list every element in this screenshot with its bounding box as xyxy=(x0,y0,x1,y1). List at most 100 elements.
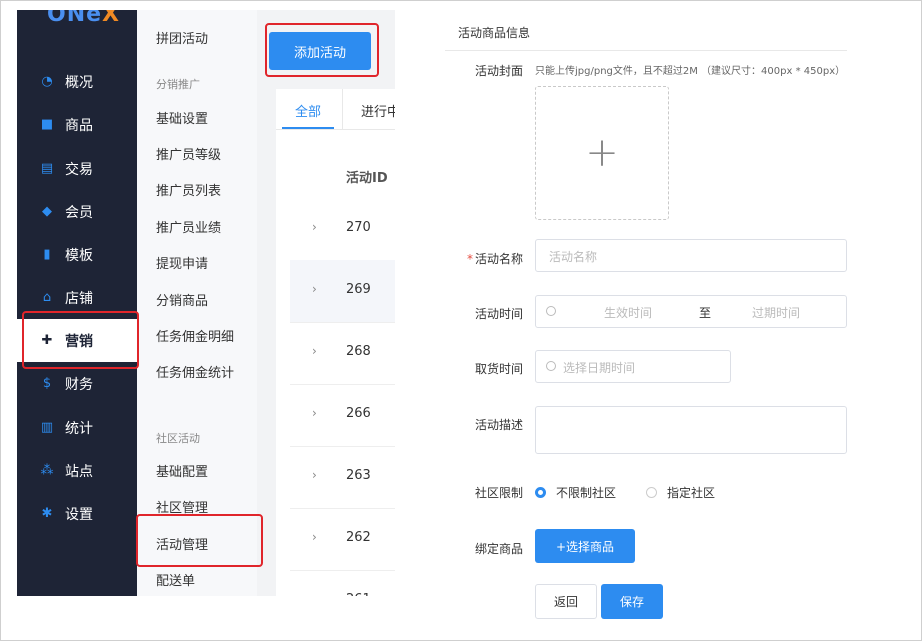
clock-icon xyxy=(546,361,556,371)
radio-specific-community[interactable] xyxy=(646,487,657,498)
chevron-right-icon[interactable]: › xyxy=(312,592,317,596)
end-time-field[interactable]: 过期时间 xyxy=(752,304,800,321)
primary-sidebar: ONeX ◔ 概况 ■ 商品 ▤ 交易 ◆ 会员 ▮ 模板 ⌂ 店铺 ✚ 营销 $ 财务 ▥ 统计 ⁂ 站点 ✱ 设置 xyxy=(17,10,137,596)
range-separator: 至 xyxy=(699,306,712,320)
submenu-item[interactable]: 推广员列表 xyxy=(156,180,221,199)
chevron-right-icon[interactable]: › xyxy=(312,220,317,234)
nav-item-label: 概况 xyxy=(65,74,93,91)
store-icon: ⌂ xyxy=(42,290,52,305)
nav-item[interactable]: ■ 商品 xyxy=(17,103,137,146)
back-button[interactable]: 返回 xyxy=(535,584,597,619)
cover-label: 活动封面 xyxy=(474,64,523,78)
submenu-item[interactable]: 推广员等级 xyxy=(156,144,221,163)
activity-id-cell: 268 xyxy=(346,344,371,359)
activity-list-panel: 添加活动 全部 进行中 活动ID › 270 › 269 › 268 › 266 › 263 › 26… xyxy=(257,10,395,596)
submenu-item-group-buy[interactable]: 拼团活动 xyxy=(156,28,208,47)
description-textarea[interactable] xyxy=(535,406,847,454)
tab-in-progress[interactable]: 进行中 xyxy=(361,101,395,120)
clipboard-icon: ▤ xyxy=(40,161,54,176)
start-time-field[interactable]: 生效时间 xyxy=(604,304,652,321)
activity-id-cell: 261 xyxy=(346,592,371,596)
cover-hint: 只能上传jpg/png文件，且不超过2M （建议尺寸：400px * 450px… xyxy=(535,66,846,77)
save-button[interactable]: 保存 xyxy=(601,584,663,619)
clock-icon xyxy=(546,306,556,316)
activity-name-input[interactable]: 活动名称 xyxy=(535,239,847,272)
nav-item-label: 店铺 xyxy=(65,290,93,307)
nav-item-label: 交易 xyxy=(65,161,93,178)
radio-label-unlimited[interactable]: 不限制社区 xyxy=(556,484,616,501)
tab-divider xyxy=(342,89,343,129)
submenu-item[interactable]: 分销商品 xyxy=(156,290,208,309)
nav-item[interactable]: ◆ 会员 xyxy=(17,190,137,233)
highlight-activity-management xyxy=(136,514,263,567)
status-tabs: 全部 进行中 xyxy=(276,89,395,130)
nav-item[interactable]: ▮ 模板 xyxy=(17,233,137,276)
activity-time-range[interactable]: 生效时间 至 过期时间 xyxy=(535,295,847,328)
cover-upload[interactable]: + xyxy=(535,86,669,220)
sitemap-icon: ⁂ xyxy=(40,463,54,478)
submenu-item[interactable]: 配送单 xyxy=(156,570,195,589)
radio-label-specific[interactable]: 指定社区 xyxy=(667,484,715,501)
nav-item-label: 会员 xyxy=(65,204,93,221)
nav-item[interactable]: ◔ 概况 xyxy=(17,60,137,103)
table-row[interactable]: › 262 xyxy=(290,508,395,571)
table-row[interactable]: › 266 xyxy=(290,384,395,447)
name-label: * 活动名称 xyxy=(466,252,523,266)
nav-item[interactable]: ▥ 统计 xyxy=(17,406,137,449)
nav-item-label: 商品 xyxy=(65,117,93,134)
pickup-label: 取货时间 xyxy=(474,362,523,376)
tab-all[interactable]: 全部 xyxy=(295,101,321,120)
submenu-item[interactable]: 提现申请 xyxy=(156,253,208,272)
community-label: 社区限制 xyxy=(474,486,523,500)
nav-item-label: 统计 xyxy=(65,420,93,437)
column-header-activity-id: 活动ID xyxy=(346,171,388,186)
table-row[interactable]: › 270 xyxy=(290,198,395,261)
chevron-right-icon[interactable]: › xyxy=(312,468,317,482)
submenu-item[interactable]: 基础配置 xyxy=(156,461,208,480)
bind-product-label: 绑定商品 xyxy=(474,542,523,556)
table-row[interactable]: › 269 xyxy=(290,260,395,323)
shopping-bag-icon: ■ xyxy=(40,117,54,132)
activity-id-cell: 269 xyxy=(346,282,371,297)
plus-icon: + xyxy=(585,130,619,176)
time-label: 活动时间 xyxy=(474,307,523,321)
activity-id-cell: 270 xyxy=(346,220,371,235)
submenu-item[interactable]: 任务佣金统计 xyxy=(156,362,234,381)
section-title: 活动商品信息 xyxy=(458,26,531,40)
description-label: 活动描述 xyxy=(474,418,523,432)
nav-item-label: 财务 xyxy=(65,376,93,393)
nav-item-label: 站点 xyxy=(65,463,93,480)
table-row[interactable]: › 263 xyxy=(290,446,395,509)
nav-item-label: 模板 xyxy=(65,247,93,264)
nav-item[interactable]: ✱ 设置 xyxy=(17,492,137,535)
logo: ONeX xyxy=(47,10,121,27)
activity-table-card: 全部 进行中 活动ID › 270 › 269 › 268 › 266 › 263 › 262 › 261 xyxy=(276,89,395,596)
table-row[interactable]: › 268 xyxy=(290,322,395,385)
submenu-group-community: 社区活动 xyxy=(156,432,200,445)
nav-item[interactable]: ▤ 交易 xyxy=(17,147,137,190)
pickup-time-input[interactable]: 选择日期时间 xyxy=(535,350,731,383)
section-divider xyxy=(445,50,847,51)
table-row[interactable]: › 261 xyxy=(290,570,395,596)
activity-form: 活动商品信息 活动封面 只能上传jpg/png文件，且不超过2M （建议尺寸：4… xyxy=(445,10,847,620)
submenu-item[interactable]: 推广员业绩 xyxy=(156,217,221,236)
activity-id-cell: 263 xyxy=(346,468,371,483)
template-icon: ▮ xyxy=(43,247,51,262)
submenu-item[interactable]: 任务佣金明细 xyxy=(156,326,234,345)
highlight-add-activity xyxy=(265,23,379,77)
chevron-right-icon[interactable]: › xyxy=(312,406,317,420)
select-product-button[interactable]: +选择商品 xyxy=(535,529,635,563)
finance-icon: $ xyxy=(42,376,52,391)
submenu-group-distribution: 分销推广 xyxy=(156,78,200,91)
nav-item-label: 设置 xyxy=(65,506,93,523)
submenu-item[interactable]: 基础设置 xyxy=(156,108,208,127)
chevron-right-icon[interactable]: › xyxy=(312,344,317,358)
activity-id-cell: 262 xyxy=(346,530,371,545)
chevron-right-icon[interactable]: › xyxy=(312,530,317,544)
dashboard-icon: ◔ xyxy=(41,74,53,89)
nav-item[interactable]: ⁂ 站点 xyxy=(17,449,137,492)
chevron-right-icon[interactable]: › xyxy=(312,282,317,296)
highlight-marketing xyxy=(22,311,139,369)
radio-unlimited-community[interactable] xyxy=(535,487,546,498)
gear-icon: ✱ xyxy=(41,506,53,521)
